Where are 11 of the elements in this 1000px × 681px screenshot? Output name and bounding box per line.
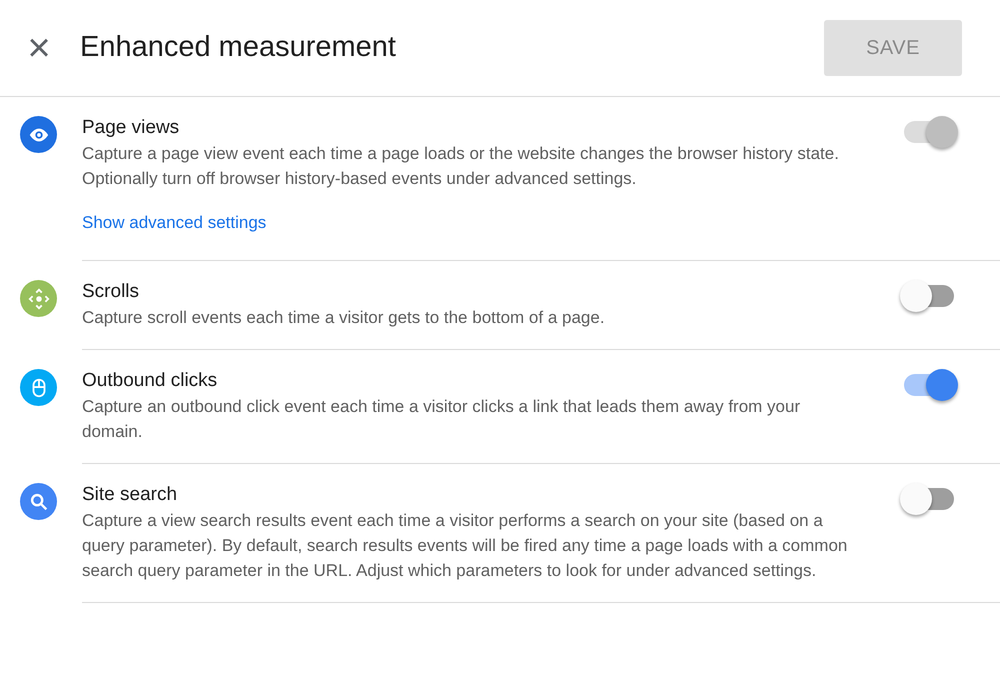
setting-description: Capture a view search results event each time a visitor performs a search on your site (based on a query parameter). By default, search results events will be fired any time a page loads with a common search query parameter in the URL. Adjust which parameters to look for under advanced settings. bbox=[82, 510, 848, 582]
setting-title: Site search bbox=[82, 483, 178, 507]
page-title: Enhanced measurement bbox=[80, 30, 396, 66]
close-button[interactable]: × bbox=[24, 28, 54, 68]
setting-title: Outbound clicks bbox=[82, 369, 218, 393]
move-icon bbox=[28, 288, 50, 310]
setting-title: Scrolls bbox=[82, 280, 140, 304]
setting-description: Capture an outbound click event each time a visitor clicks a link that leads them away from your domain. bbox=[82, 396, 802, 443]
setting-description: Capture a page view event each time a page loads or the website changes the browser history state. Optionally turn off browser history-based events under advanced settings. bbox=[82, 143, 840, 190]
setting-title: Page views bbox=[82, 116, 180, 140]
setting-description: Capture scroll events each time a visitor gets to the bottom of a page. bbox=[82, 307, 606, 329]
